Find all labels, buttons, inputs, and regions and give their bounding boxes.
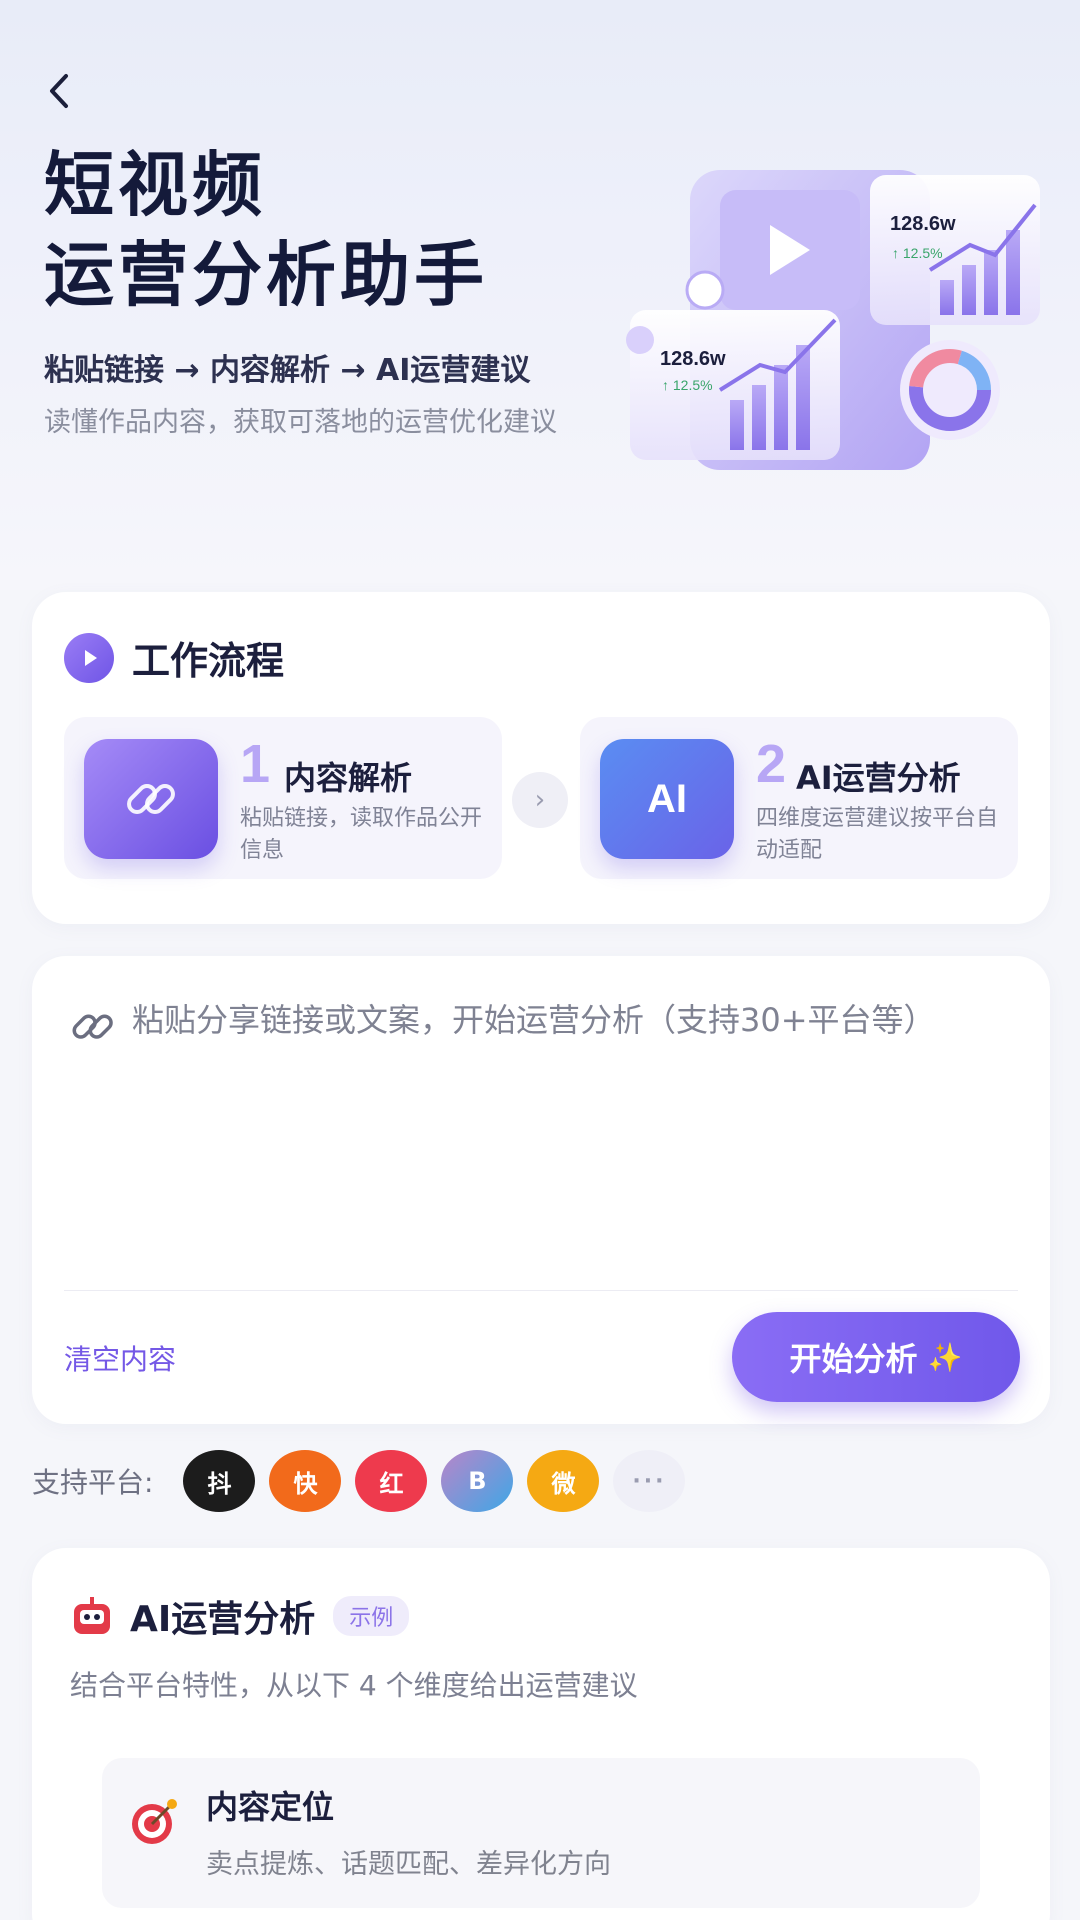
example-badge: 示例 — [333, 1596, 410, 1636]
stat-bottom-value: 128.6w — [660, 348, 726, 370]
workflow-step-2: AI 2 AI运营分析 四维度运营建议按平台自动适配 — [580, 717, 1018, 879]
title-line-1: 短视频 — [44, 144, 266, 226]
chevron-right-icon: › — [512, 772, 568, 828]
robot-icon — [74, 1597, 110, 1634]
platform-label: 支持平台: — [32, 1466, 154, 1499]
stat-top-change: ↑ 12.5% — [892, 245, 943, 261]
dimension-title: 内容定位 — [206, 1788, 335, 1826]
page-title: 短视频 运营分析助手 — [44, 140, 488, 320]
workflow-title: 工作流程 — [132, 639, 285, 683]
dimension-desc: 卖点提炼、话题匹配、差异化方向 — [206, 1849, 611, 1880]
hero-illustration: 128.6w ↑ 12.5% 128.6w ↑ 12.5% — [626, 170, 1040, 470]
chevron-left-icon — [50, 74, 68, 108]
link-input[interactable] — [132, 994, 1012, 1224]
analysis-subtitle: 结合平台特性，从以下 4 个维度给出运营建议 — [70, 1669, 638, 1702]
step-1-tile — [84, 739, 218, 859]
stat-bottom-change: ↑ 12.5% — [662, 377, 713, 393]
step-2-tile: AI — [600, 739, 734, 859]
title-line-2: 运营分析助手 — [44, 234, 488, 316]
platform-weixin-icon[interactable]: 微 — [527, 1450, 600, 1512]
ai-icon: AI — [647, 776, 687, 821]
analysis-card: AI运营分析 示例 结合平台特性，从以下 4 个维度给出运营建议 内容定位 卖点… — [32, 1548, 1050, 1920]
step-2-number: 2 — [756, 734, 787, 794]
platform-row: 支持平台: 抖 快 红 B 微 ··· — [32, 1450, 699, 1512]
step-2-desc: 四维度运营建议按平台自动适配 — [756, 806, 999, 863]
input-card: 清空内容 开始分析 ✨ — [32, 956, 1050, 1424]
step-1-number: 1 — [240, 734, 271, 794]
platform-xiaohongshu-icon[interactable]: 红 — [355, 1450, 428, 1512]
workflow-card: 工作流程 1 内容解析 粘贴链接，读取作品公开信息 › AI 2 AI运营分析 … — [32, 592, 1050, 924]
step-1-name: 内容解析 — [284, 759, 413, 797]
target-icon — [132, 1799, 177, 1844]
more-platforms-button[interactable]: ··· — [613, 1450, 686, 1512]
divider — [64, 1290, 1018, 1291]
workflow-step-1: 1 内容解析 粘贴链接，读取作品公开信息 — [64, 717, 502, 879]
platform-douyin-icon[interactable]: 抖 — [183, 1450, 256, 1512]
analysis-header: AI运营分析 示例 — [70, 1590, 410, 1642]
clear-content-button[interactable]: 清空内容 — [64, 1338, 176, 1378]
back-button[interactable] — [40, 66, 80, 116]
analysis-title: AI运营分析 — [130, 1599, 316, 1640]
hero-flow-text: 粘贴链接 → 内容解析 → AI运营建议 — [44, 353, 531, 388]
step-1-desc: 粘贴链接，读取作品公开信息 — [240, 806, 483, 863]
platform-kuaishou-icon[interactable]: 快 — [269, 1450, 342, 1512]
workflow-header: 工作流程 — [64, 630, 284, 685]
play-icon — [64, 632, 114, 683]
sparkle-icon: ✨ — [927, 1340, 963, 1374]
link-icon — [72, 1014, 113, 1039]
stat-top-value: 128.6w — [890, 213, 956, 235]
dimension-item[interactable]: 内容定位 卖点提炼、话题匹配、差异化方向 — [102, 1758, 980, 1908]
start-analysis-button[interactable]: 开始分析 ✨ — [732, 1312, 1020, 1402]
platform-bilibili-icon[interactable]: B — [441, 1450, 514, 1512]
step-2-name: AI运营分析 — [796, 759, 961, 797]
start-analysis-label: 开始分析 — [789, 1340, 918, 1378]
hero-description: 读懂作品内容，获取可落地的运营优化建议 — [44, 407, 557, 438]
link-icon — [127, 784, 175, 814]
